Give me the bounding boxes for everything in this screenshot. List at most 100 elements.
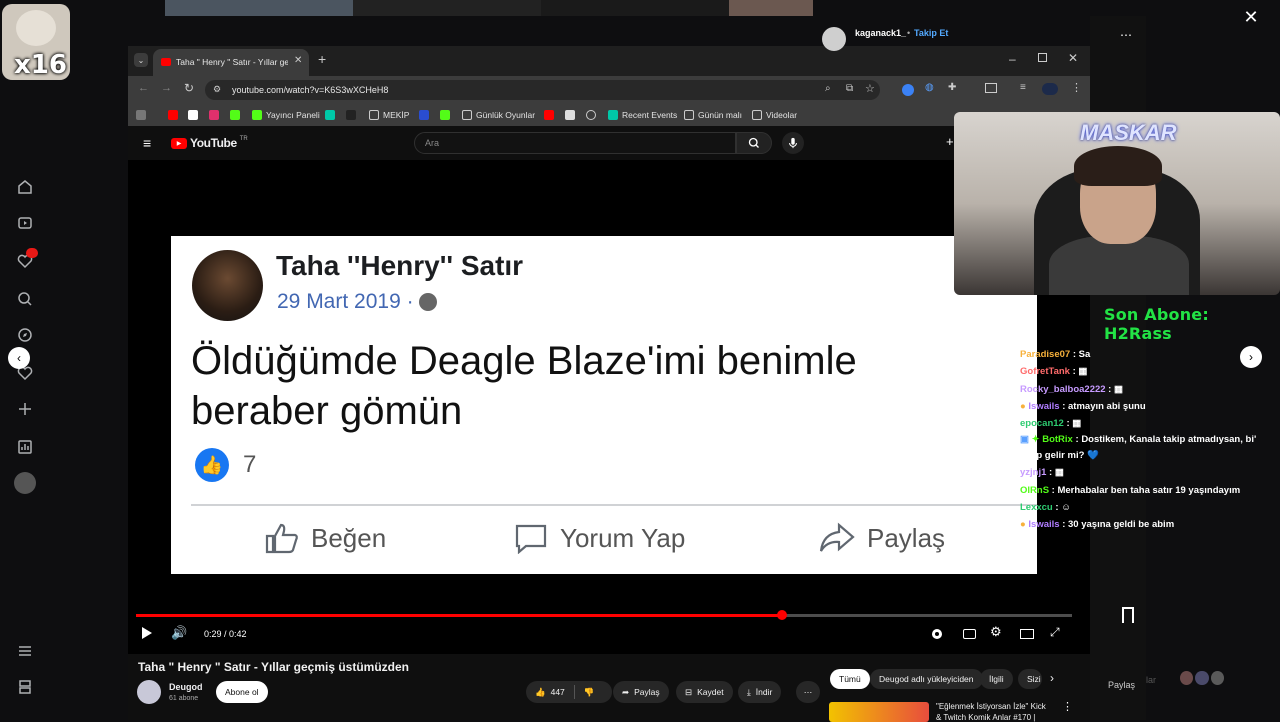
chip-for-you[interactable]: Sizi — [1018, 669, 1042, 689]
site-info-icon[interactable]: ⚙ — [213, 84, 221, 95]
bookmark-kick[interactable] — [230, 108, 240, 122]
chips-next-icon[interactable]: › — [1050, 671, 1054, 685]
search-icon[interactable] — [14, 288, 36, 310]
bookmark-videolar[interactable]: Videolar — [752, 108, 797, 122]
share-label[interactable]: Paylaş — [1108, 680, 1135, 690]
more-actions-button[interactable]: ⋯ — [796, 681, 820, 703]
streamer-avatar[interactable] — [822, 27, 846, 51]
save-button[interactable]: ⊟ Kaydet — [676, 681, 733, 703]
progress-scrubber[interactable] — [776, 610, 787, 620]
post-like-action: Beğen — [265, 522, 386, 554]
tab-close-icon[interactable]: ✕ — [294, 55, 302, 66]
extension-icon[interactable] — [902, 84, 914, 96]
chip-related[interactable]: İlgili — [980, 669, 1013, 689]
bookmark-star-icon[interactable]: ☆ — [865, 82, 875, 95]
tab-search-icon[interactable]: ⌄ — [134, 53, 148, 67]
install-icon[interactable]: ⧉ — [846, 83, 853, 94]
back-icon[interactable]: ← — [138, 82, 149, 94]
subscribe-button[interactable]: Abone ol — [216, 681, 268, 703]
home-icon[interactable] — [14, 176, 36, 198]
extension-wave-icon[interactable]: ◍ — [925, 82, 934, 93]
search-input[interactable]: Ara — [414, 132, 736, 154]
menu-icon[interactable] — [14, 640, 36, 662]
bookmark-globe[interactable] — [586, 108, 596, 122]
bookmark-kick-2[interactable] — [440, 108, 450, 122]
apps-icon[interactable] — [136, 108, 146, 122]
bookmark-icon[interactable] — [1122, 607, 1134, 623]
related-title[interactable]: "Eğlenmek İstiyorsan İzle" Kick — [936, 702, 1056, 711]
bookmark-teal[interactable] — [325, 108, 335, 122]
bookmark-recent-events[interactable]: Recent Events — [608, 108, 677, 122]
bookmark-youtube-2[interactable] — [544, 108, 554, 122]
autoplay-toggle[interactable] — [932, 629, 942, 639]
top-thumbnail — [729, 0, 813, 16]
stats-icon[interactable] — [14, 436, 36, 458]
reading-list-icon[interactable]: ≡ — [1020, 82, 1026, 93]
bookmark-youtube[interactable] — [168, 108, 178, 122]
post-comment-label: Yorum Yap — [560, 522, 686, 553]
extensions-puzzle-icon[interactable]: ✚ — [948, 82, 956, 93]
compass-icon[interactable] — [14, 324, 36, 346]
settings-gear-icon[interactable]: ⚙ — [990, 624, 1002, 640]
channel-name[interactable]: Deugod — [169, 682, 203, 692]
bookmark-gunluk-oyunlar[interactable]: Günlük Oyunlar — [462, 108, 535, 122]
url-field[interactable]: ⚙ youtube.com/watch?v=K6S3wXCHeH8 ⌕ ⧉ ☆ — [205, 80, 880, 100]
prev-arrow-icon[interactable]: ‹ — [8, 347, 30, 369]
bookmark-arrow[interactable] — [346, 108, 356, 122]
share-button[interactable]: ➦ Paylaş — [613, 681, 669, 703]
mic-icon[interactable] — [782, 132, 804, 154]
post-likes: 👍 7 — [195, 448, 256, 482]
youtube-favicon — [161, 58, 171, 66]
options-icon[interactable]: ⋯ — [1120, 28, 1132, 42]
search-button[interactable] — [736, 132, 772, 154]
bookmark-yayinci-paneli[interactable]: Yayıncı Paneli — [252, 108, 320, 122]
channel-avatar[interactable] — [137, 680, 161, 704]
profile-chip[interactable] — [1042, 83, 1058, 95]
videos-icon[interactable] — [14, 212, 36, 234]
plus-icon[interactable] — [14, 398, 36, 420]
close-icon[interactable]: ✕ — [1242, 7, 1260, 27]
more-menu-icon[interactable]: ⋮ — [1071, 81, 1082, 94]
thumbs-up-icon[interactable]: 👍 — [535, 687, 546, 698]
reload-icon[interactable]: ↻ — [184, 81, 194, 95]
download-button[interactable]: ⤓ İndir — [738, 681, 782, 703]
side-panel-icon[interactable] — [985, 83, 997, 93]
chip-uploader[interactable]: Deugod adlı yükleyiciden — [870, 669, 983, 689]
bookmark-instagram[interactable] — [209, 108, 219, 122]
bookmark-gunun-mali[interactable]: Günün malı — [684, 108, 742, 122]
bookmark-image[interactable] — [565, 108, 575, 122]
heart-icon[interactable] — [14, 248, 38, 272]
related-more-icon[interactable]: ⋮ — [1062, 700, 1073, 713]
forward-icon[interactable]: → — [161, 82, 172, 94]
volume-icon[interactable]: 🔊 — [171, 625, 187, 641]
hamburger-icon[interactable]: ≡ — [143, 135, 151, 151]
thumbs-down-icon[interactable]: 👎 — [584, 687, 595, 698]
fullscreen-icon[interactable]: ⤢ — [1050, 625, 1060, 640]
video-player[interactable]: Taha ''Henry'' Satır 29 Mart 2019 · Öldü… — [128, 160, 1090, 654]
bookmark-mekip[interactable]: MEKİP — [369, 108, 409, 122]
related-thumbnail[interactable] — [829, 702, 929, 722]
new-tab-icon[interactable]: + — [318, 51, 326, 67]
create-icon[interactable]: + — [946, 134, 954, 149]
zoom-icon[interactable]: ⌕ — [825, 83, 831, 94]
video-title: Taha " Henry " Satır - Yıllar geçmiş üst… — [138, 660, 410, 674]
progress-bar[interactable] — [136, 610, 1072, 620]
bookmark-blue[interactable] — [419, 108, 429, 122]
like-reaction-icon: 👍 — [195, 448, 229, 482]
minimize-icon[interactable]: – — [1009, 52, 1016, 66]
follow-button[interactable]: Takip Et — [914, 28, 948, 38]
theater-icon[interactable] — [1020, 629, 1034, 639]
youtube-logo[interactable]: ▶ YouTube TR — [171, 136, 248, 150]
streamer-name[interactable]: kaganack1_ — [855, 28, 906, 38]
play-icon[interactable] — [142, 627, 152, 639]
bookmark-x[interactable] — [188, 108, 198, 122]
dashboard-icon[interactable] — [14, 676, 36, 698]
profile-avatar[interactable] — [14, 472, 36, 494]
chat-message: yzjnj1 : ▦ — [1020, 467, 1064, 479]
maximize-icon[interactable] — [1038, 53, 1047, 62]
chip-all[interactable]: Tümü — [830, 669, 870, 689]
captions-icon[interactable] — [963, 629, 976, 639]
browser-window: ⌄ Taha " Henry " Satır - Yıllar geçm ✕ +… — [128, 46, 1090, 722]
browser-tab[interactable]: Taha " Henry " Satır - Yıllar geçm ✕ — [153, 49, 309, 76]
close-window-icon[interactable]: ✕ — [1068, 51, 1078, 65]
